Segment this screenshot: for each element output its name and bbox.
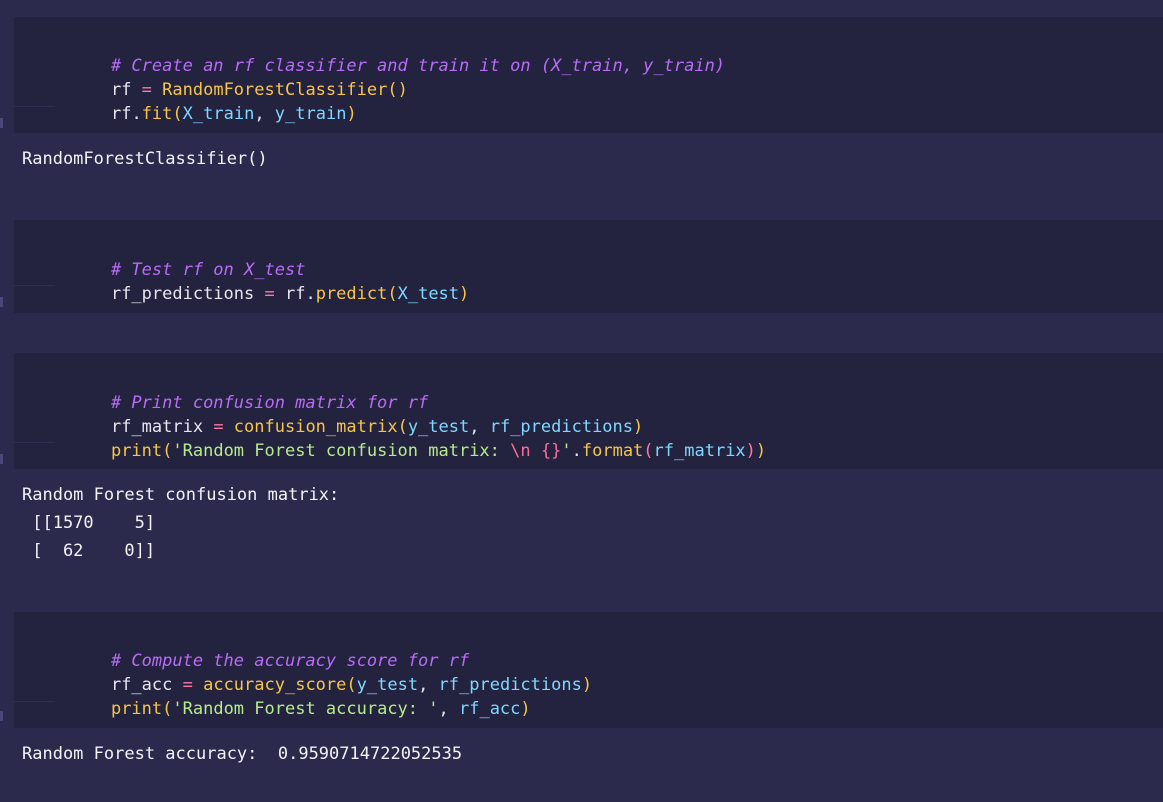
code-line: rf.fit(X_train, y_train) bbox=[70, 78, 357, 150]
code-dot: . bbox=[571, 441, 582, 461]
code-paren: () bbox=[387, 80, 408, 100]
code-escape: \n bbox=[510, 441, 531, 461]
code-paren: ( bbox=[172, 104, 183, 124]
code-paren: ( bbox=[162, 441, 173, 461]
cell-marker bbox=[0, 454, 3, 464]
code-variable: rf_predictions bbox=[110, 284, 255, 304]
code-string: 'Random Forest confusion matrix: bbox=[172, 441, 511, 461]
code-argument: rf_acc bbox=[458, 699, 521, 719]
cell-marker bbox=[0, 711, 3, 721]
code-function: print bbox=[110, 441, 163, 461]
cell-marker bbox=[0, 297, 3, 307]
code-string bbox=[531, 441, 541, 461]
code-object: rf bbox=[110, 104, 132, 124]
code-argument: X_train bbox=[182, 104, 255, 124]
cell-output: Random Forest accuracy: 0.95907147220525… bbox=[22, 744, 463, 764]
code-line: print('Random Forest accuracy: ', rf_acc… bbox=[70, 673, 531, 745]
cell-output: RandomForestClassifier() bbox=[22, 149, 268, 169]
code-operator: = bbox=[254, 284, 285, 304]
code-paren: ) bbox=[581, 675, 593, 695]
code-cell-3[interactable]: # Print confusion matrix for rf rf_matri… bbox=[14, 353, 1163, 469]
code-paren: ) bbox=[745, 441, 756, 461]
cell-divider bbox=[14, 442, 54, 443]
code-paren: ) bbox=[459, 284, 470, 304]
code-line: print('Random Forest confusion matrix: \… bbox=[70, 415, 766, 487]
code-argument: X_test bbox=[397, 284, 460, 304]
code-cell-4[interactable]: # Compute the accuracy score for rf rf_a… bbox=[14, 612, 1163, 728]
cell-output-line: [ 62 0]] bbox=[22, 541, 156, 561]
code-paren: ( bbox=[387, 284, 398, 304]
code-paren: ( bbox=[162, 699, 173, 719]
code-string: ' bbox=[561, 441, 572, 461]
code-paren: ) bbox=[520, 699, 531, 719]
code-argument: y_train bbox=[274, 104, 347, 124]
cell-divider bbox=[14, 106, 54, 107]
code-function: format bbox=[581, 441, 644, 461]
code-separator: , bbox=[254, 104, 275, 124]
code-paren: ) bbox=[346, 104, 357, 124]
code-object: rf bbox=[284, 284, 306, 304]
code-format-braces: {} bbox=[540, 441, 562, 461]
cell-divider bbox=[14, 701, 54, 702]
code-function: predict bbox=[315, 284, 388, 304]
code-function: print bbox=[110, 699, 163, 719]
code-function: fit bbox=[141, 104, 173, 124]
code-argument: rf_matrix bbox=[653, 441, 746, 461]
cell-output-line: [[1570 5] bbox=[22, 513, 156, 533]
code-cell-2[interactable]: # Test rf on X_test rf_predictions = rf.… bbox=[14, 220, 1163, 313]
code-dot: . bbox=[131, 104, 142, 124]
cell-output-line: Random Forest confusion matrix: bbox=[22, 485, 340, 505]
cell-marker bbox=[0, 118, 3, 128]
code-paren: ( bbox=[643, 441, 654, 461]
code-separator: , bbox=[438, 699, 459, 719]
code-cell-1[interactable]: # Create an rf classifier and train it o… bbox=[14, 17, 1163, 133]
cell-divider bbox=[14, 285, 54, 286]
code-paren: ) bbox=[755, 441, 767, 461]
code-dot: . bbox=[305, 284, 316, 304]
code-string: 'Random Forest accuracy: ' bbox=[172, 699, 439, 719]
code-line: rf_predictions = rf.predict(X_test) bbox=[70, 258, 469, 330]
